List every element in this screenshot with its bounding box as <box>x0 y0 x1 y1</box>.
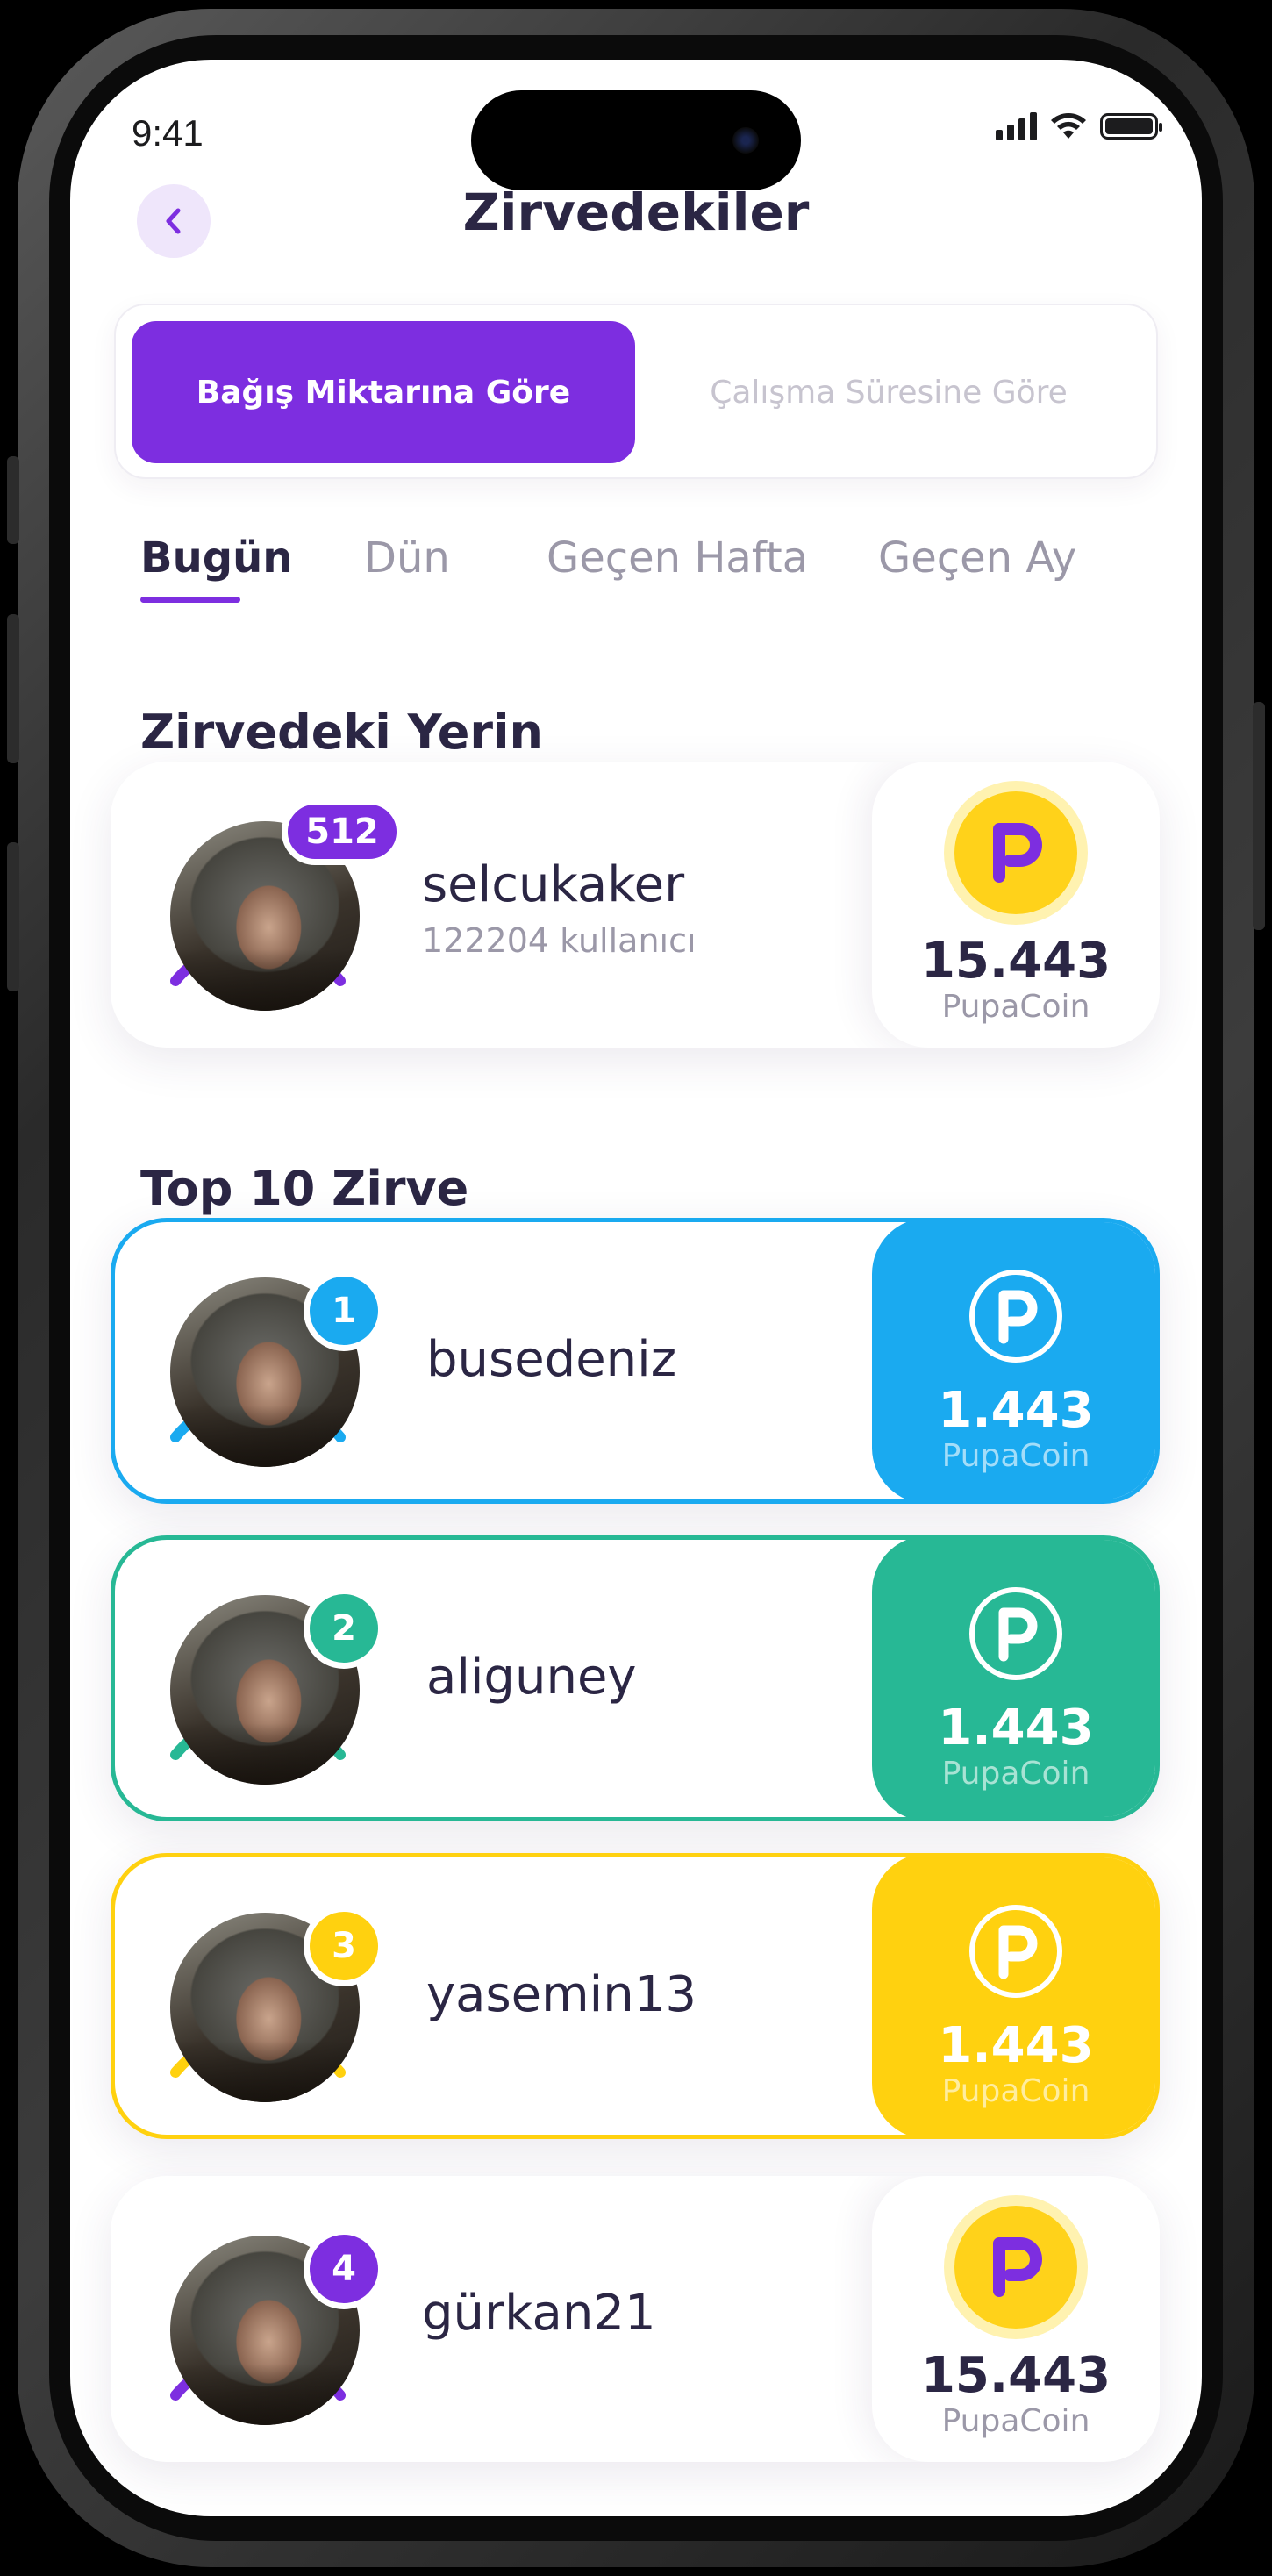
leaderboard-row[interactable]: 4 gürkan21 15.443 PupaCoin <box>111 2176 1160 2462</box>
username: selcukaker <box>422 856 685 913</box>
page-title: Zirvedekiler <box>462 182 810 242</box>
battery-icon <box>1100 113 1162 140</box>
coin-box: 15.443 PupaCoin <box>872 2176 1160 2462</box>
rank-badge: 4 <box>304 2229 384 2309</box>
pupacoin-outline-icon <box>969 1905 1062 1998</box>
power-button <box>1253 702 1265 930</box>
coin-label: PupaCoin <box>941 989 1090 1025</box>
tab-today[interactable]: Bugün <box>140 533 292 583</box>
rank-badge: 3 <box>304 1906 384 1986</box>
dynamic-island <box>471 90 801 190</box>
coin-value: 1.443 <box>938 1699 1094 1757</box>
coin-value: 1.443 <box>938 2017 1094 2074</box>
tab-last-week[interactable]: Geçen Hafta <box>547 533 808 583</box>
camera-icon <box>732 127 759 154</box>
tab-yesterday[interactable]: Dün <box>364 533 450 583</box>
sort-segment-control: Bağış Miktarına Göre Çalışma Süresine Gö… <box>114 304 1158 479</box>
coin-label: PupaCoin <box>941 1756 1090 1792</box>
app-screen: 9:41 Zirvedekiler Bağış Miktarına Göre Ç… <box>70 60 1202 2516</box>
coin-box: 1.443 PupaCoin <box>872 1857 1155 2135</box>
leaderboard-row[interactable]: 1 busedeniz 1.443 PupaCoin <box>111 1218 1160 1504</box>
leaderboard-row[interactable]: 3 yasemin13 1.443 PupaCoin <box>111 1853 1160 2139</box>
coin-value: 15.443 <box>920 933 1111 990</box>
coin-label: PupaCoin <box>941 2073 1090 2109</box>
pupacoin-icon <box>944 781 1088 925</box>
coin-box: 15.443 PupaCoin <box>872 762 1160 1048</box>
rank-badge: 512 <box>282 798 403 865</box>
my-rank-card[interactable]: 512 selcukaker 122204 kullanıcı 15.443 P… <box>111 762 1160 1048</box>
rank-badge: 2 <box>304 1588 384 1669</box>
coin-box: 1.443 PupaCoin <box>872 1540 1155 1817</box>
coin-value: 1.443 <box>938 1382 1094 1439</box>
status-icons <box>996 112 1162 140</box>
status-time: 9:41 <box>132 112 204 154</box>
active-tab-indicator <box>140 597 240 603</box>
pupacoin-outline-icon <box>969 1587 1062 1680</box>
leaderboard-row[interactable]: 2 aliguney 1.443 PupaCoin <box>111 1535 1160 1821</box>
user-count: 122204 kullanıcı <box>422 921 697 960</box>
rank-badge: 1 <box>304 1270 384 1351</box>
username: yasemin13 <box>426 1966 697 2023</box>
wifi-icon <box>1051 113 1086 139</box>
segment-donation-amount[interactable]: Bağış Miktarına Göre <box>132 321 635 463</box>
cellular-signal-icon <box>996 112 1037 140</box>
coin-box: 1.443 PupaCoin <box>872 1222 1155 1499</box>
my-rank-title: Zirvedeki Yerin <box>140 705 543 760</box>
coin-value: 15.443 <box>920 2347 1111 2404</box>
tab-last-month[interactable]: Geçen Ay <box>878 533 1076 583</box>
pupacoin-icon <box>944 2195 1088 2339</box>
username: gürkan21 <box>422 2285 656 2342</box>
silent-switch <box>7 456 19 544</box>
coin-label: PupaCoin <box>941 2403 1090 2439</box>
username: aliguney <box>426 1649 637 1706</box>
top10-title: Top 10 Zirve <box>140 1161 469 1216</box>
coin-label: PupaCoin <box>941 1438 1090 1474</box>
volume-up-button <box>7 614 19 763</box>
segment-work-duration[interactable]: Çalışma Süresine Göre <box>637 321 1140 463</box>
volume-down-button <box>7 842 19 991</box>
pupacoin-outline-icon <box>969 1270 1062 1363</box>
username: busedeniz <box>426 1331 677 1388</box>
